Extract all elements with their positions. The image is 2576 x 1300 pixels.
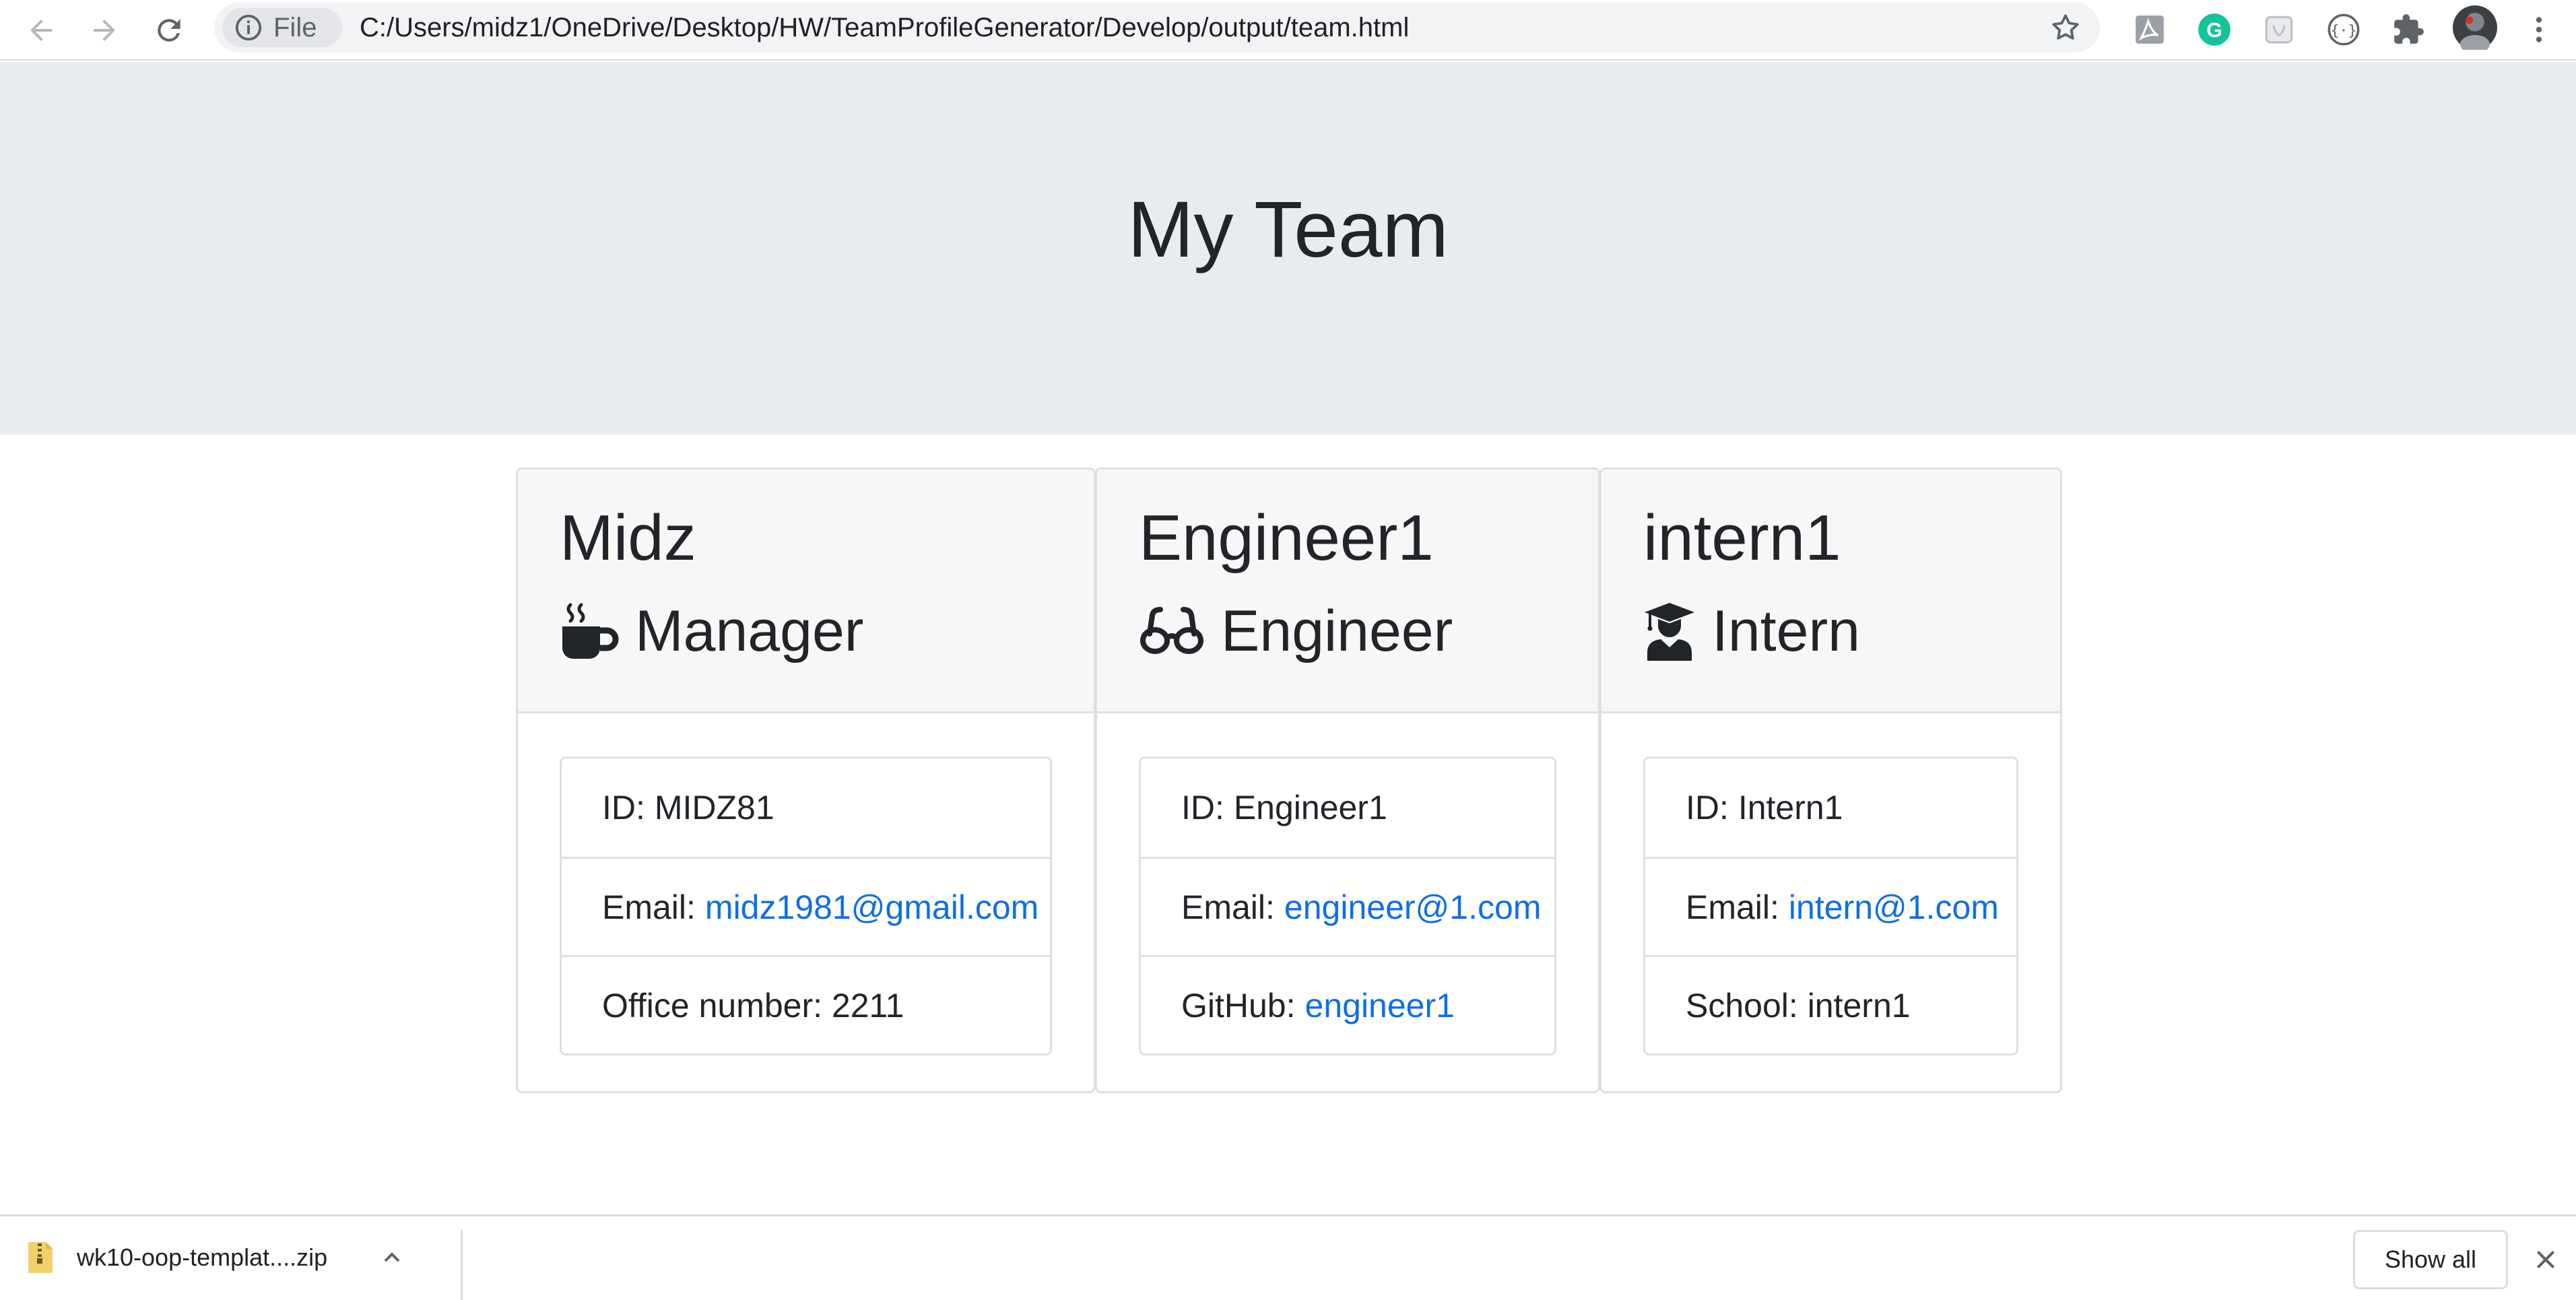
bookmark-star-button[interactable]	[2049, 11, 2082, 44]
browser-toolbar: File C:/Users/midz1/OneDrive/Desktop/HW/…	[0, 0, 2576, 61]
list-item-email: Email: engineer@1.com	[1141, 857, 1554, 955]
svg-text:{·}: {·}	[2330, 23, 2356, 40]
file-label: File	[273, 12, 317, 42]
email-link[interactable]: midz1981@gmail.com	[705, 888, 1038, 927]
pdf-icon	[2136, 15, 2164, 44]
list-item-office-number: Office number: 2211	[562, 955, 1050, 1053]
email-link[interactable]: intern@1.com	[1789, 888, 1999, 927]
reload-icon	[158, 19, 180, 42]
kebab-menu-icon	[2536, 17, 2542, 42]
employee-role: Intern	[1643, 597, 1860, 665]
shield-icon	[2265, 15, 2293, 44]
reload-button[interactable]	[145, 7, 193, 54]
list-item-id: ID: Engineer1	[1141, 758, 1554, 857]
card-header: intern1 Intern	[1601, 469, 2060, 713]
list-item-email: Email: intern@1.com	[1645, 857, 2016, 955]
role-label: Engineer	[1221, 598, 1453, 663]
details-list: ID: Engineer1 Email: engineer@1.com GitH…	[1139, 756, 1556, 1055]
page-title: My Team	[1127, 185, 1449, 274]
employee-name: Midz	[560, 502, 696, 574]
extension-pdf[interactable]	[2129, 9, 2170, 50]
github-label: GitHub:	[1181, 986, 1296, 1025]
grammarly-icon: G	[2198, 13, 2231, 46]
forward-button[interactable]	[81, 7, 128, 54]
role-label: Intern	[1712, 598, 1860, 663]
employee-role: Manager	[560, 597, 863, 665]
employee-card-manager: Midz Manager ID: MIDZ81 Email: midz1981@…	[516, 467, 1096, 1093]
list-item-email: Email: midz1981@gmail.com	[562, 857, 1050, 955]
zip-file-icon	[28, 1241, 53, 1273]
extension-braces[interactable]: {·}	[2323, 9, 2364, 50]
svg-text:G: G	[2206, 20, 2222, 42]
close-download-bar-button[interactable]	[2527, 1241, 2565, 1278]
jumbotron: My Team	[0, 62, 2576, 434]
role-label: Manager	[635, 598, 864, 663]
address-bar[interactable]: File C:/Users/midz1/OneDrive/Desktop/HW/…	[214, 3, 2100, 53]
list-item-github: GitHub: engineer1	[1141, 955, 1554, 1053]
github-link[interactable]: engineer1	[1305, 986, 1455, 1025]
graduate-icon	[1645, 603, 1694, 661]
details-list: ID: Intern1 Email: intern@1.com School: …	[1643, 756, 2018, 1055]
email-link[interactable]: engineer@1.com	[1284, 888, 1542, 927]
arrow-left-icon	[30, 20, 52, 41]
avatar-icon	[2453, 5, 2497, 50]
id-value: Engineer1	[1233, 789, 1387, 826]
puzzle-icon	[2394, 14, 2424, 44]
email-label: Email:	[1181, 888, 1275, 926]
info-icon	[235, 14, 262, 41]
employee-card-intern: intern1 Intern ID: Intern1 Email: intern…	[1599, 467, 2062, 1093]
employee-card-engineer: Engineer1 Engineer ID: Engineer1 Email: …	[1095, 467, 1600, 1093]
employee-name: Engineer1	[1139, 502, 1434, 574]
extension-grammarly[interactable]: G	[2194, 9, 2235, 50]
download-file-name: wk10-oop-templat....zip	[77, 1243, 328, 1271]
profile-avatar-button[interactable]	[2451, 4, 2499, 51]
close-icon	[2536, 1250, 2555, 1269]
details-list: ID: MIDZ81 Email: midz1981@gmail.com Off…	[560, 756, 1052, 1055]
show-all-button[interactable]: Show all	[2353, 1230, 2508, 1289]
office-number-label: Office number:	[602, 986, 823, 1025]
extensions-button[interactable]	[2388, 9, 2429, 50]
divider	[461, 1230, 463, 1300]
back-button[interactable]	[18, 7, 65, 54]
code-braces-icon: {·}	[2327, 13, 2360, 46]
star-icon	[2052, 14, 2079, 40]
id-value: MIDZ81	[654, 789, 774, 826]
glasses-icon	[1140, 607, 1203, 654]
school-value: intern1	[1807, 986, 1911, 1025]
email-label: Email:	[1686, 888, 1779, 926]
id-label: ID:	[1181, 789, 1224, 826]
list-item-id: ID: MIDZ81	[562, 758, 1050, 857]
browser-menu-button[interactable]	[2519, 9, 2559, 50]
email-label: Email:	[602, 888, 696, 926]
school-label: School:	[1686, 986, 1798, 1025]
id-label: ID:	[1686, 789, 1729, 826]
office-number-value: 2211	[831, 986, 904, 1025]
download-bar: wk10-oop-templat....zip Show all	[0, 1214, 2576, 1300]
mug-hot-icon	[562, 603, 619, 659]
id-label: ID:	[602, 789, 645, 826]
card-header: Midz Manager	[518, 469, 1094, 713]
download-options-button[interactable]	[378, 1244, 405, 1271]
extension-shield[interactable]	[2259, 9, 2299, 50]
site-info-chip[interactable]: File	[222, 8, 342, 47]
list-item-id: ID: Intern1	[1645, 758, 2016, 857]
chevron-up-icon	[384, 1252, 400, 1262]
arrow-right-icon	[94, 20, 115, 41]
card-header: Engineer1 Engineer	[1097, 469, 1598, 713]
url-text[interactable]: C:/Users/midz1/OneDrive/Desktop/HW/TeamP…	[360, 3, 1409, 53]
download-item[interactable]: wk10-oop-templat....zip	[27, 1216, 405, 1298]
list-item-school: School: intern1	[1645, 955, 2016, 1053]
employee-role: Engineer	[1139, 597, 1453, 665]
employee-name: intern1	[1643, 502, 1841, 574]
id-value: Intern1	[1738, 789, 1843, 826]
